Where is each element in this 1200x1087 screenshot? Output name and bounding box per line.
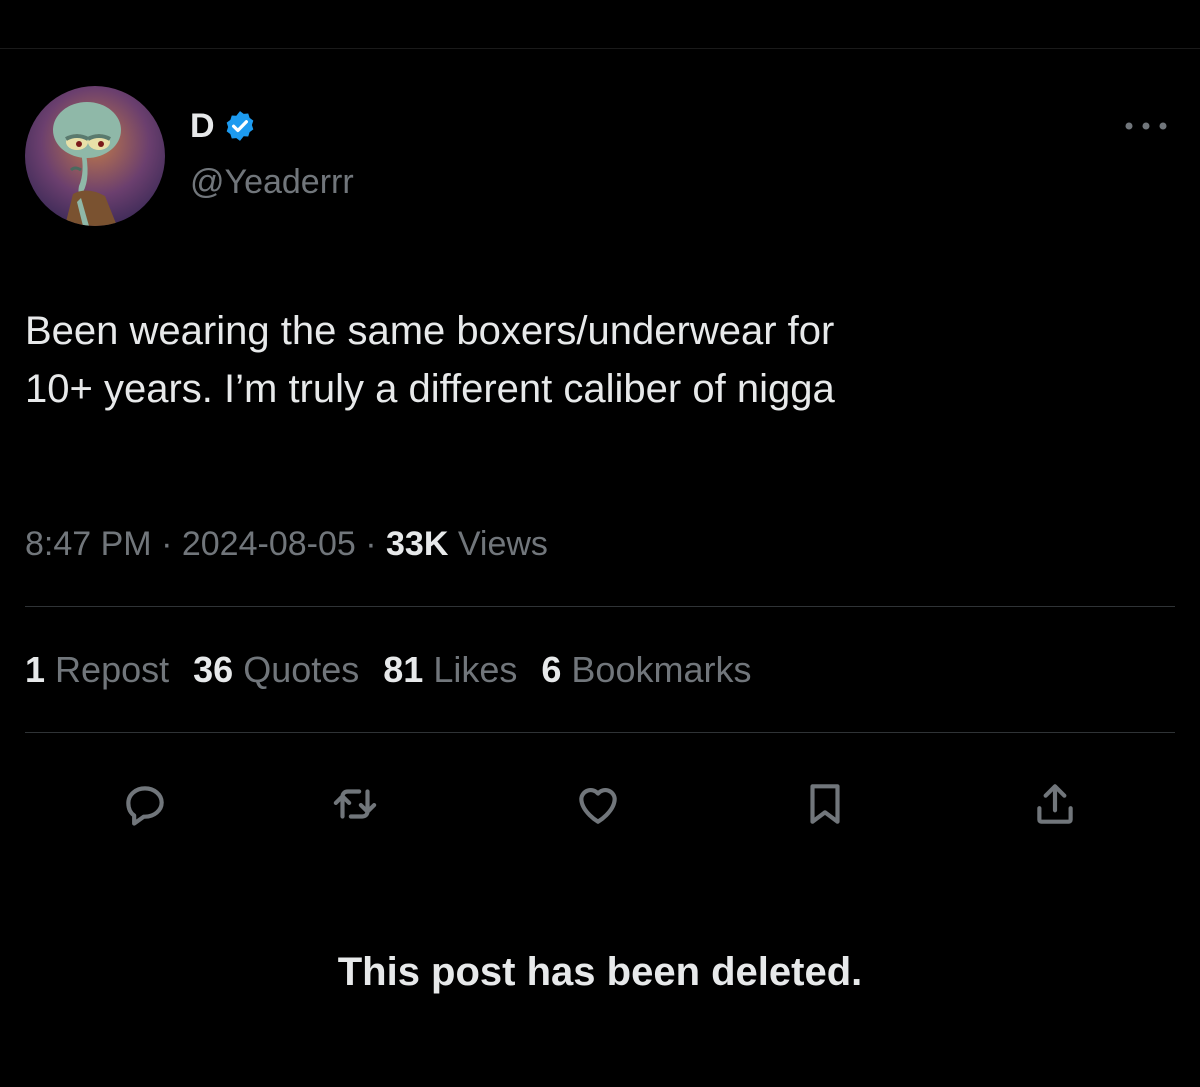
repost-button[interactable] bbox=[325, 774, 385, 834]
post-date[interactable]: 2024-08-05 bbox=[182, 525, 356, 563]
bookmark-icon bbox=[810, 784, 840, 824]
stat-label: Likes bbox=[433, 649, 518, 690]
stat-label: Bookmarks bbox=[571, 649, 752, 690]
stat-count: 36 bbox=[193, 649, 234, 690]
divider-stats bbox=[25, 732, 1175, 733]
stat-count: 6 bbox=[541, 649, 562, 690]
like-icon bbox=[579, 788, 617, 824]
author-name-row: D bbox=[190, 104, 257, 148]
post-time[interactable]: 8:47 PM bbox=[25, 525, 152, 563]
share-icon bbox=[1037, 784, 1073, 824]
views-count: 33K bbox=[386, 525, 449, 563]
stat-reposts[interactable]: 1 Repost bbox=[25, 644, 169, 696]
reply-icon bbox=[126, 786, 164, 826]
post-meta: 8:47 PM · 2024-08-05 · 33K Views bbox=[25, 520, 548, 568]
post-text: Been wearing the same boxers/underwear f… bbox=[25, 309, 835, 411]
verified-badge-icon[interactable] bbox=[223, 109, 257, 143]
squidward-avatar-icon bbox=[25, 86, 165, 226]
meta-separator: · bbox=[161, 525, 173, 563]
reply-button[interactable] bbox=[115, 774, 175, 834]
stat-likes[interactable]: 81 Likes bbox=[383, 644, 517, 696]
stat-count: 1 bbox=[25, 649, 46, 690]
stat-label: Repost bbox=[55, 649, 170, 690]
divider-meta bbox=[25, 606, 1175, 607]
share-button[interactable] bbox=[1025, 774, 1085, 834]
views-label: Views bbox=[457, 525, 548, 563]
top-divider bbox=[0, 48, 1200, 49]
author-handle[interactable]: @Yeaderrr bbox=[190, 160, 354, 204]
more-options-icon[interactable] bbox=[1118, 112, 1174, 140]
bookmark-button[interactable] bbox=[795, 774, 855, 834]
like-button[interactable] bbox=[568, 774, 628, 834]
deleted-notice: This post has been deleted. bbox=[337, 950, 863, 994]
stat-count: 81 bbox=[383, 649, 424, 690]
stat-label: Quotes bbox=[243, 649, 360, 690]
display-name[interactable]: D bbox=[190, 104, 215, 148]
meta-separator: · bbox=[365, 525, 377, 563]
stat-bookmarks[interactable]: 6 Bookmarks bbox=[541, 644, 751, 696]
repost-icon bbox=[333, 789, 377, 819]
avatar[interactable] bbox=[25, 86, 165, 226]
stat-quotes[interactable]: 36 Quotes bbox=[193, 644, 359, 696]
action-bar bbox=[0, 774, 1200, 834]
engagement-stats: 1 Repost 36 Quotes 81 Likes 6 Bookmarks bbox=[25, 644, 751, 696]
